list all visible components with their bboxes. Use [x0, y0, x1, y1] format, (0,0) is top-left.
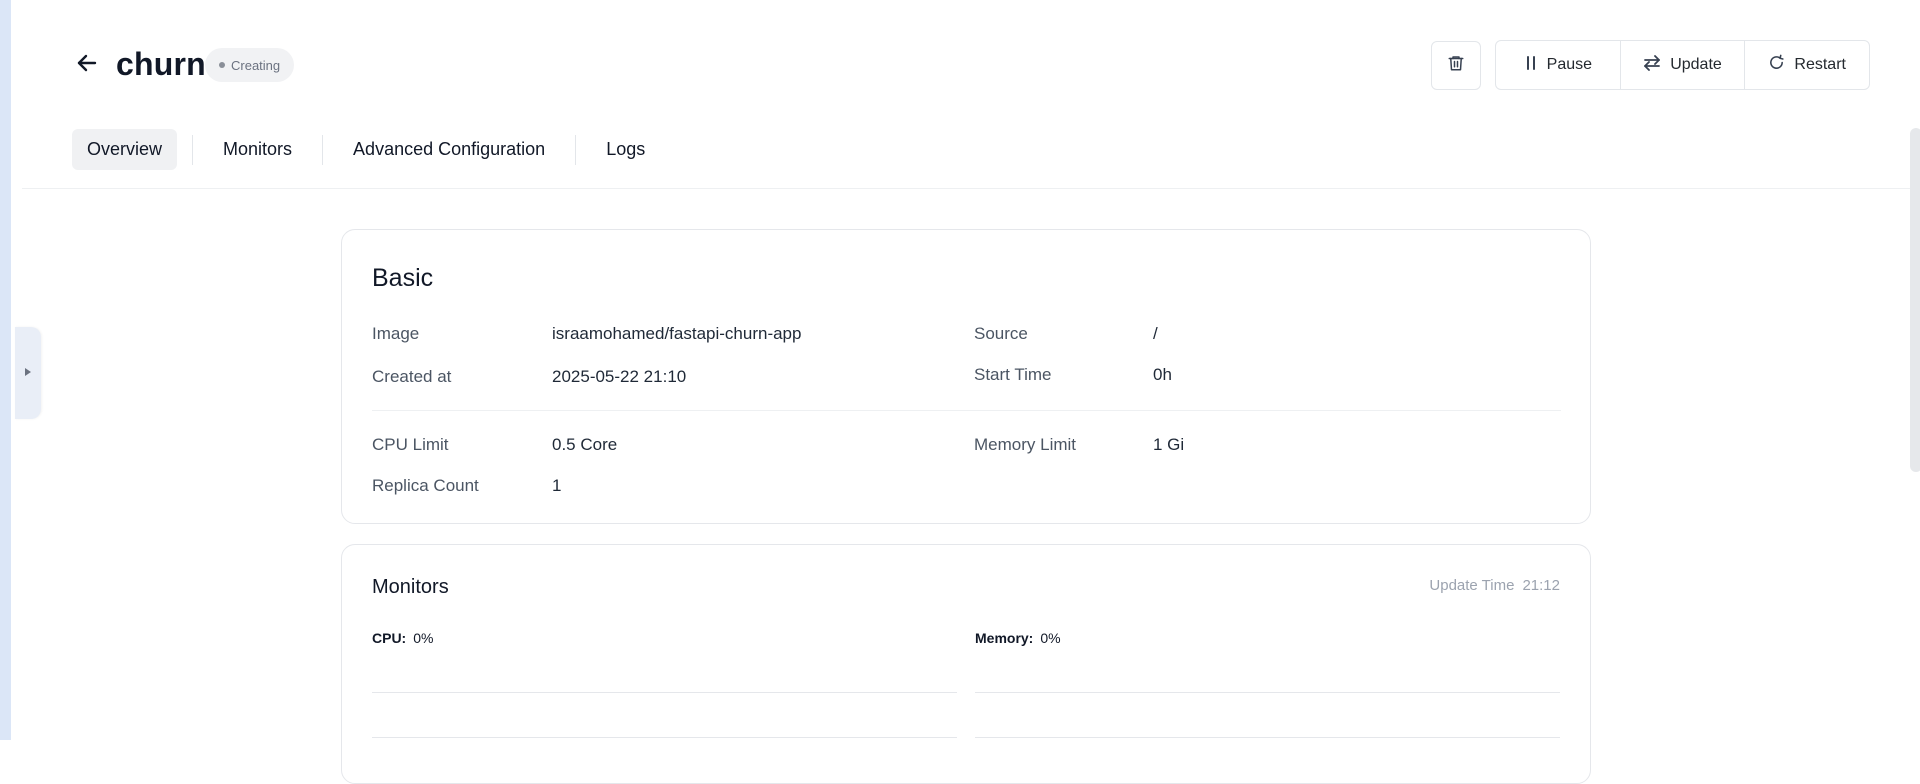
sidebar-toggle-button[interactable] [15, 327, 41, 419]
pause-button[interactable]: Pause [1496, 41, 1621, 89]
created-at-value: 2025-05-22 21:10 [552, 367, 687, 386]
memory-limit-label: Memory Limit [974, 435, 1077, 454]
pause-label: Pause [1546, 56, 1593, 73]
tab-advanced-configuration[interactable]: Advanced Configuration [338, 129, 560, 170]
update-button[interactable]: Update [1621, 41, 1746, 89]
image-label: Image [372, 324, 420, 343]
tab-divider [322, 134, 324, 165]
restart-icon [1768, 54, 1785, 76]
scrollbar-thumb[interactable] [1910, 128, 1920, 472]
caret-right-icon [24, 364, 32, 382]
status-dot-icon [219, 62, 225, 68]
action-button-group: Pause Update Restart [1495, 40, 1870, 90]
start-time-label: Start Time [974, 365, 1052, 384]
cpu-chart-gridline [372, 737, 957, 738]
memory-metric: Memory: 0% [975, 630, 1061, 646]
update-time: Update Time 21:12 [1429, 577, 1560, 594]
app-frame: churn Creating Pause Update Restart Over… [0, 0, 1920, 784]
pause-icon [1524, 55, 1538, 76]
tab-bar: Overview Monitors Advanced Configuration… [72, 129, 660, 170]
page-title: churn [116, 46, 206, 82]
update-label: Update [1670, 56, 1722, 73]
swap-arrows-icon [1643, 54, 1661, 76]
basic-card: Basic Image israamohamed/fastapi-churn-a… [341, 229, 1591, 524]
arrow-left-icon [75, 51, 99, 80]
cpu-chart-gridline [372, 692, 957, 693]
basic-divider [372, 410, 1561, 411]
cpu-metric-value: 0% [413, 630, 434, 646]
cpu-limit-value: 0.5 Core [552, 435, 618, 454]
replica-count-value: 1 [552, 476, 562, 495]
created-at-label: Created at [372, 367, 452, 386]
cpu-metric: CPU: 0% [372, 630, 433, 646]
source-label: Source [974, 324, 1028, 343]
status-badge: Creating [205, 48, 295, 82]
update-time-value: 21:12 [1522, 577, 1560, 594]
source-value: / [1153, 324, 1158, 343]
memory-chart-gridline [975, 737, 1560, 738]
start-time-value: 0h [1153, 365, 1172, 384]
trash-icon [1447, 54, 1465, 77]
image-value: israamohamed/fastapi-churn-app [552, 324, 802, 343]
restart-button[interactable]: Restart [1745, 41, 1869, 89]
basic-card-title: Basic [372, 264, 434, 292]
delete-button[interactable] [1431, 41, 1481, 90]
tab-overview[interactable]: Overview [72, 129, 178, 170]
tab-logs[interactable]: Logs [591, 129, 660, 170]
memory-metric-label: Memory: [975, 630, 1034, 646]
cpu-limit-label: CPU Limit [372, 435, 449, 454]
page-header: churn Creating Pause Update Restart Over… [22, 0, 1920, 188]
tab-divider [575, 134, 577, 165]
tab-divider [192, 134, 194, 165]
memory-chart-gridline [975, 692, 1560, 693]
memory-limit-value: 1 Gi [1153, 435, 1185, 454]
monitors-card: Monitors Update Time 21:12 CPU: 0% Memor… [341, 544, 1591, 784]
update-time-label: Update Time [1429, 577, 1515, 594]
replica-count-label: Replica Count [372, 476, 479, 495]
back-button[interactable] [72, 50, 102, 80]
memory-metric-value: 0% [1040, 630, 1061, 646]
monitors-card-title: Monitors [372, 576, 449, 598]
cpu-metric-label: CPU: [372, 630, 407, 646]
tab-monitors[interactable]: Monitors [208, 129, 307, 170]
status-text: Creating [231, 57, 281, 73]
restart-label: Restart [1794, 56, 1846, 73]
header-divider [22, 188, 1920, 189]
